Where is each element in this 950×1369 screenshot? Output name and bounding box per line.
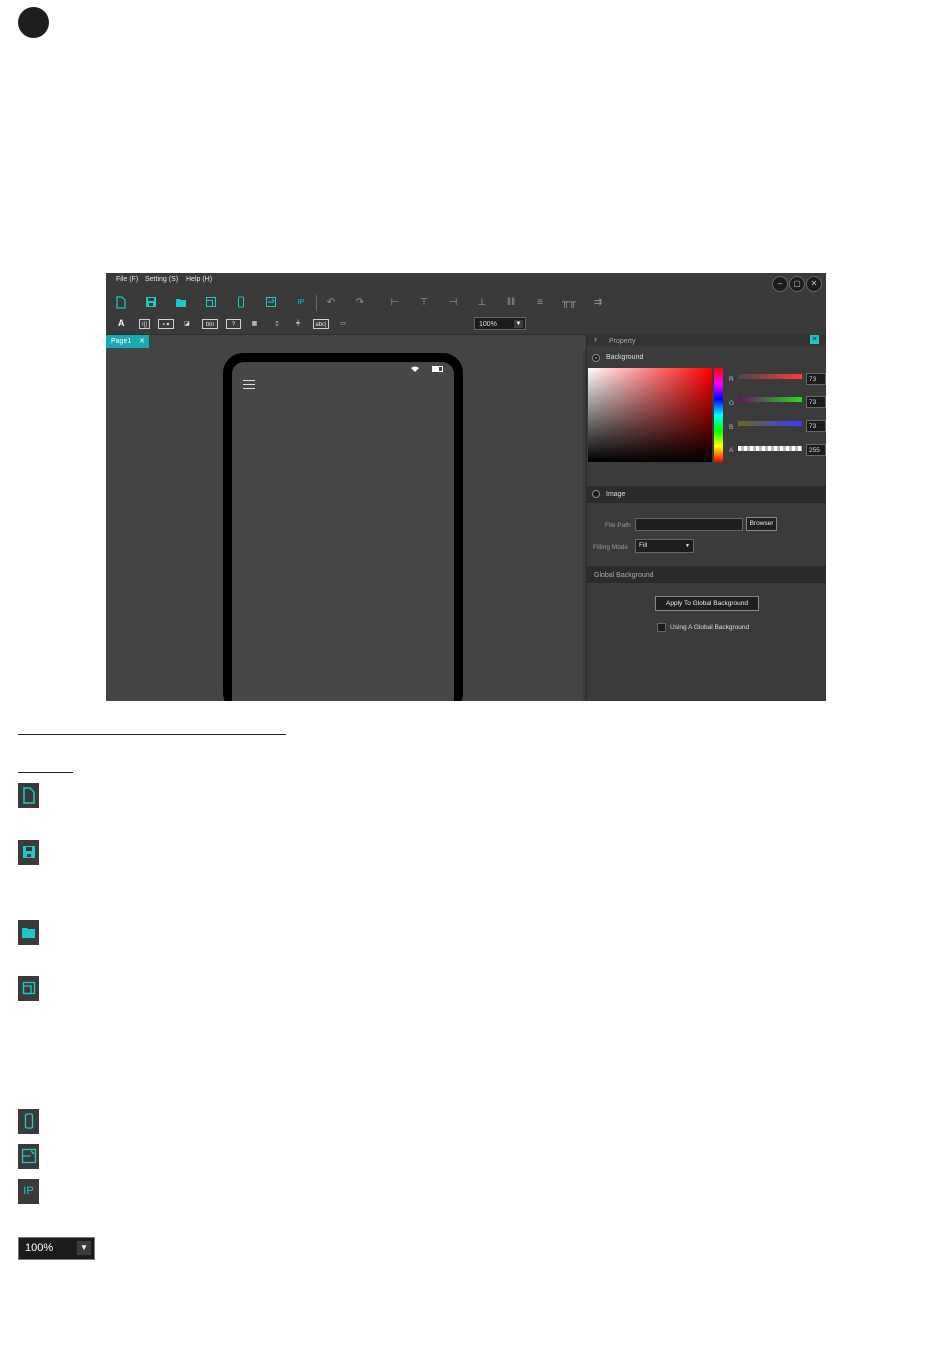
a-label: A (729, 447, 734, 454)
filling-mode-select[interactable]: Fill ▼ (635, 539, 694, 553)
align-top-icon[interactable]: ⊤ (417, 296, 431, 310)
wifi-icon (411, 366, 419, 374)
r-label: R (729, 376, 734, 383)
same-height-icon[interactable]: ⇉ (591, 296, 605, 310)
button-widget-icon[interactable]: btn (202, 319, 218, 329)
phone-icon[interactable] (234, 296, 248, 310)
zoom-select[interactable]: 100% ▼ (474, 317, 526, 330)
slider-widget-icon[interactable]: ┿ (293, 319, 303, 329)
window-icon[interactable] (204, 296, 218, 310)
rectangle-widget-icon[interactable]: ▭ (338, 319, 348, 329)
text-widget-icon[interactable]: A (118, 318, 125, 328)
zoom-value: 100% (25, 1242, 54, 1254)
switch-widget-icon[interactable]: ▯ (272, 319, 282, 329)
rotate-screen-icon (18, 1144, 39, 1169)
save-icon (18, 840, 39, 865)
minimize-button[interactable]: – (772, 276, 788, 292)
menu-file[interactable]: File (F) (116, 276, 138, 283)
file-path-label: File Path (605, 522, 631, 529)
hamburger-menu-icon[interactable] (243, 380, 255, 392)
image-widget-icon[interactable]: ◪ (182, 319, 192, 329)
apply-global-bg-button[interactable]: Apply To Global Background (655, 596, 759, 611)
underline-rule-short (18, 772, 73, 773)
using-global-bg-label: Using A Global Background (670, 624, 750, 631)
textbox-widget-icon[interactable]: I|] (139, 319, 150, 329)
distribute-vertical-icon[interactable]: ≡ (533, 296, 547, 310)
combobox-widget-icon[interactable]: ▪ ▾ (158, 319, 174, 329)
b-label: B (729, 424, 734, 431)
tab-page1[interactable]: Page1 ✕ (106, 335, 149, 348)
close-tab-icon[interactable]: ✕ (139, 335, 145, 348)
align-left-icon[interactable]: ⊢ (388, 296, 402, 310)
rotate-screen-icon[interactable] (264, 296, 278, 310)
g-label: G (729, 400, 735, 407)
new-file-icon (18, 783, 39, 808)
ip-icon[interactable]: IP (294, 296, 308, 310)
main-toolbar: IP ↶ ↷ ⊢ ⊤ ⊣ ⊥ ‖‖ ≡ ╥╥ ⇉ (106, 292, 826, 315)
image-label: Image (606, 491, 626, 498)
g-value-input[interactable]: 73 (806, 396, 826, 408)
using-global-bg-checkbox[interactable] (657, 623, 666, 632)
image-section-header: Image (587, 486, 826, 503)
input-widget-icon[interactable]: abc| (313, 319, 329, 329)
browser-button[interactable]: Browser (746, 517, 777, 531)
same-width-icon[interactable]: ╥╥ (562, 296, 576, 310)
global-bg-section-header: Global Background (587, 566, 826, 583)
ip-icon: IP (18, 1179, 39, 1204)
grid-widget-icon[interactable]: ▦ (249, 319, 260, 329)
save-icon[interactable] (144, 296, 158, 310)
tab-label: Page1 (111, 338, 132, 345)
filling-mode-label: Filling Mode (593, 544, 629, 551)
r-value-input[interactable]: 73 (806, 373, 826, 385)
property-header: › Property ✕ (587, 334, 826, 346)
widget-toolbar: A I|] ▪ ▾ ◪ btn ? ▦ ▯ ┿ abc| ▭ (106, 315, 826, 335)
distribute-horizontal-icon[interactable]: ‖‖ (504, 296, 518, 310)
b-slider[interactable] (738, 421, 802, 426)
align-right-icon[interactable]: ⊣ (446, 296, 460, 310)
filling-mode-value: Fill (639, 542, 648, 549)
chevron-right-icon[interactable]: › (594, 332, 597, 346)
open-folder-icon (18, 920, 39, 945)
menu-setting[interactable]: Setting (S) (145, 276, 178, 283)
a-value-input[interactable]: 255 (806, 444, 826, 456)
chevron-down-icon: ▼ (685, 543, 690, 549)
menu-bar: File (F) Setting (S) Help (H) – ▢ ✕ (106, 273, 826, 292)
property-panel: › Property ✕ Background R 73 G 73 B 73 A… (586, 334, 826, 701)
chevron-down-icon: ▼ (77, 1241, 91, 1255)
new-file-icon[interactable] (114, 296, 128, 310)
toolbar-divider (316, 295, 317, 311)
b-value-input[interactable]: 73 (806, 420, 826, 432)
app-window: File (F) Setting (S) Help (H) – ▢ ✕ IP ↶… (106, 273, 826, 701)
hue-slider[interactable] (714, 368, 723, 462)
bullet-dot (18, 7, 49, 38)
align-bottom-icon[interactable]: ⊥ (475, 296, 489, 310)
underline-rule (18, 734, 286, 735)
undo-icon[interactable]: ↶ (324, 296, 338, 310)
battery-icon (432, 366, 443, 372)
zoom-select-example: 100% ▼ (18, 1237, 95, 1260)
background-radio[interactable] (592, 354, 600, 362)
help-widget-icon[interactable]: ? (226, 319, 241, 329)
redo-icon[interactable]: ↷ (353, 296, 367, 310)
maximize-button[interactable]: ▢ (789, 276, 805, 292)
saturation-value-picker[interactable] (588, 368, 712, 462)
a-slider[interactable] (738, 446, 802, 451)
close-button[interactable]: ✕ (806, 276, 822, 292)
phone-screen[interactable] (232, 362, 454, 701)
background-label: Background (606, 354, 644, 361)
global-bg-title: Global Background (594, 572, 654, 579)
chevron-down-icon: ▼ (514, 320, 523, 328)
r-slider[interactable] (738, 374, 802, 379)
open-folder-icon[interactable] (174, 296, 188, 310)
close-panel-icon[interactable]: ✕ (810, 335, 819, 344)
window-icon (18, 976, 39, 1001)
image-radio[interactable] (592, 490, 600, 498)
phone-icon (18, 1109, 39, 1134)
menu-help[interactable]: Help (H) (186, 276, 212, 283)
file-path-input[interactable] (635, 518, 743, 531)
property-title: Property (609, 338, 636, 345)
g-slider[interactable] (738, 397, 802, 402)
zoom-value: 100% (479, 321, 497, 328)
